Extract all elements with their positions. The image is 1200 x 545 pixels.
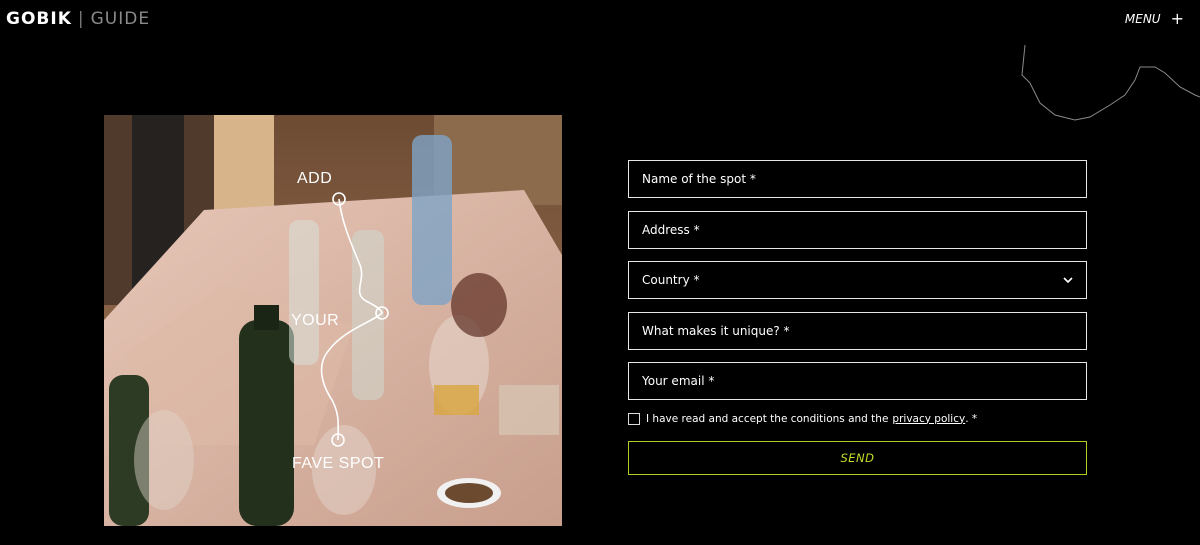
spot-name-placeholder: Name of the spot * [642,172,756,186]
logo-guide: GUIDE [90,9,151,29]
hero-word-your: YOUR [291,312,340,329]
site-header: GOBIK | GUIDE MENU + [0,0,1200,42]
logo[interactable]: GOBIK | GUIDE [6,9,150,29]
email-placeholder: Your email * [642,374,715,388]
address-placeholder: Address * [642,222,700,237]
unique-placeholder: What makes it unique? * [642,323,790,338]
menu-label: MENU [1124,12,1161,26]
menu-button[interactable]: MENU + [1124,9,1184,28]
consent-text: I have read and accept the conditions an… [646,412,889,425]
unique-input[interactable]: What makes it unique? * [628,311,1087,350]
consent-row: I have read and accept the conditions an… [628,412,1087,425]
chevron-down-icon [1063,277,1073,284]
map-outline-decoration [1021,45,1200,121]
logo-brand: GOBIK [6,9,72,29]
hero-word-add: ADD [297,170,333,187]
consent-required-mark: . * [965,412,978,425]
privacy-policy-link[interactable]: privacy policy [892,413,965,425]
address-input[interactable]: Address * [628,210,1087,249]
spot-name-input[interactable]: Name of the spot * [628,160,1087,198]
country-placeholder: Country * [642,273,700,287]
country-select[interactable]: Country * [628,261,1087,299]
hero-word-fave-spot: FAVE SPOT [292,455,385,472]
email-input[interactable]: Your email * [628,362,1087,400]
plus-icon: + [1170,9,1184,28]
logo-separator: | [77,9,85,29]
send-button[interactable]: SEND [628,440,1087,475]
consent-checkbox[interactable] [628,412,640,425]
hero-image: ADD YOUR FAVE SPOT [104,115,562,526]
add-spot-form: Name of the spot * Address * Country * W… [628,160,1087,475]
